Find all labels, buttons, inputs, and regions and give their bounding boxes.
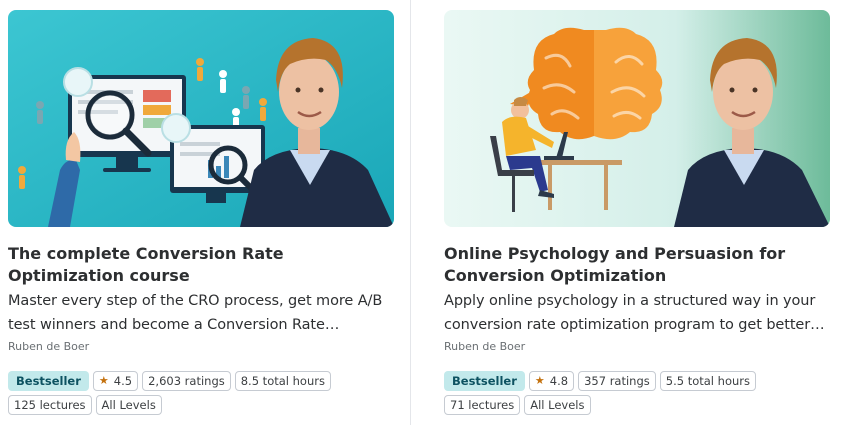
course-level: All Levels bbox=[95, 395, 162, 415]
course-meta: Bestseller ★ 4.8 357 ratings 5.5 total ho… bbox=[444, 371, 834, 415]
course-description: Master every step of the CRO process, ge… bbox=[8, 293, 383, 333]
course-instructor: Ruben de Boer bbox=[8, 340, 90, 353]
course-card[interactable]: Online Psychology and Persuasion for Con… bbox=[436, 0, 830, 425]
bestseller-badge: Bestseller bbox=[444, 371, 525, 391]
course-level: All Levels bbox=[524, 395, 591, 415]
course-title[interactable]: The complete Conversion Rate Optimizatio… bbox=[8, 243, 394, 287]
star-icon: ★ bbox=[98, 374, 109, 387]
bestseller-badge: Bestseller bbox=[8, 371, 89, 391]
rating-pill: ★ 4.5 bbox=[92, 371, 139, 391]
total-hours: 8.5 total hours bbox=[234, 371, 331, 391]
card-divider bbox=[410, 0, 411, 425]
course-card[interactable]: The complete Conversion Rate Optimizatio… bbox=[0, 0, 394, 425]
total-hours: 5.5 total hours bbox=[659, 371, 756, 391]
course-description: Apply online psychology in a structured … bbox=[444, 293, 825, 333]
course-instructor: Ruben de Boer bbox=[444, 340, 526, 353]
course-thumbnail[interactable] bbox=[444, 10, 830, 227]
ratings-count: 357 ratings bbox=[578, 371, 656, 391]
star-icon: ★ bbox=[534, 374, 545, 387]
course-meta: Bestseller ★ 4.5 2,603 ratings 8.5 total … bbox=[8, 371, 398, 415]
lecture-count: 125 lectures bbox=[8, 395, 92, 415]
course-thumbnail[interactable] bbox=[8, 10, 394, 227]
lecture-count: 71 lectures bbox=[444, 395, 521, 415]
course-title[interactable]: Online Psychology and Persuasion for Con… bbox=[444, 243, 830, 287]
ratings-count: 2,603 ratings bbox=[142, 371, 231, 391]
rating-value: 4.8 bbox=[549, 374, 569, 388]
rating-value: 4.5 bbox=[113, 374, 133, 388]
rating-pill: ★ 4.8 bbox=[528, 371, 575, 391]
